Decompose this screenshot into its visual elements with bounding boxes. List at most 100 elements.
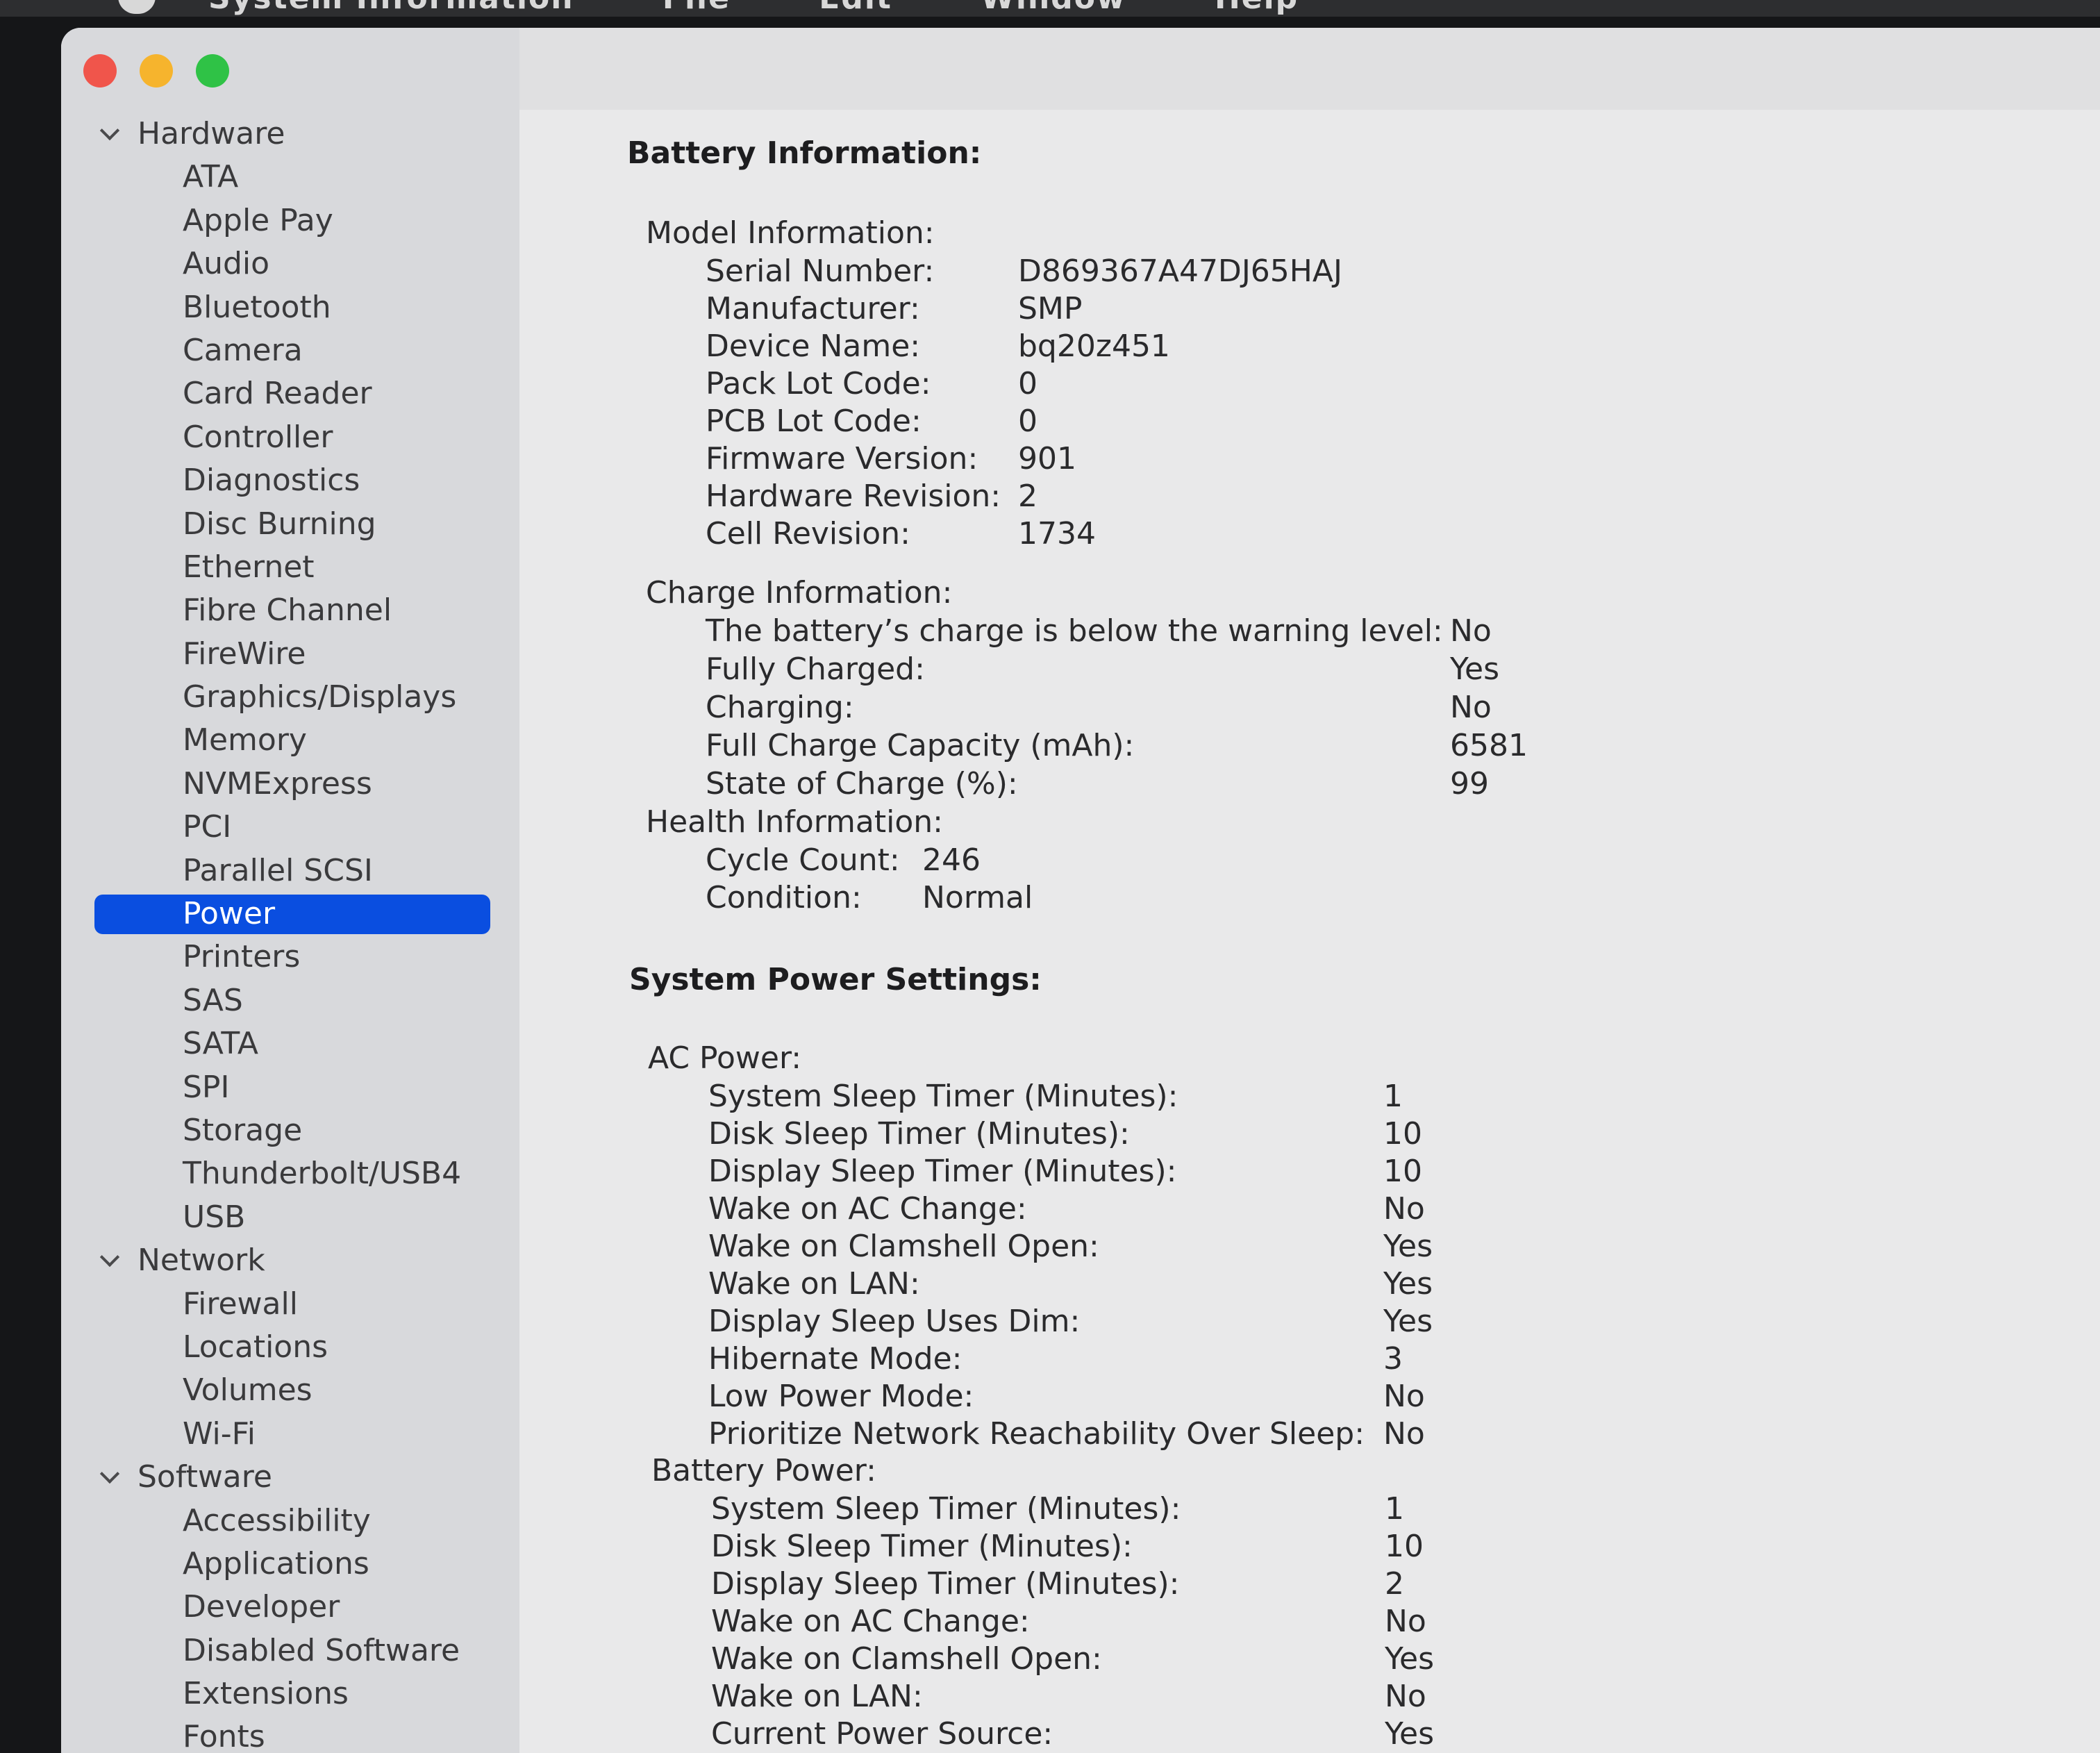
sidebar-item-label: USB xyxy=(183,1199,246,1235)
battery-power-value: No xyxy=(1385,1679,1426,1714)
battery-power-value: Yes xyxy=(1385,1641,1435,1677)
sidebar-group-software[interactable]: Software xyxy=(61,1456,519,1499)
health-information-heading: Health Information: xyxy=(646,804,943,840)
sidebar-group-label: Hardware xyxy=(138,116,285,151)
model-info-value: SMP xyxy=(1018,291,1083,326)
sidebar-item-parallel-scsi[interactable]: Parallel SCSI xyxy=(61,849,519,892)
battery-power-label: System Sleep Timer (Minutes): xyxy=(711,1491,1181,1527)
sidebar-item-usb[interactable]: USB xyxy=(61,1196,519,1239)
sidebar-item-label: Fonts xyxy=(183,1719,265,1753)
sidebar-item-label: Thunderbolt/USB4 xyxy=(183,1156,462,1192)
close-window-button[interactable] xyxy=(83,54,117,88)
app-title[interactable]: System Information xyxy=(208,0,574,16)
ac-power-value: 10 xyxy=(1383,1116,1422,1152)
sidebar-item-audio[interactable]: Audio xyxy=(61,242,519,285)
battery-power-label: Wake on LAN: xyxy=(711,1679,923,1714)
sidebar-item-label: Accessibility xyxy=(183,1502,371,1538)
sidebar-item-nvmexpress[interactable]: NVMExpress xyxy=(61,763,519,806)
health-info-value: 246 xyxy=(922,842,981,878)
sidebar-item-diagnostics[interactable]: Diagnostics xyxy=(61,459,519,502)
sidebar-item-developer[interactable]: Developer xyxy=(61,1586,519,1629)
menu-edit[interactable]: Edit xyxy=(819,0,892,16)
chevron-down-icon[interactable] xyxy=(99,1463,120,1484)
menu-bar: System Information File Edit Window Help xyxy=(0,0,2100,17)
sidebar-item-firewall[interactable]: Firewall xyxy=(61,1283,519,1326)
battery-power-label: Current Power Source: xyxy=(711,1716,1053,1752)
sidebar-item-disabled-software[interactable]: Disabled Software xyxy=(61,1629,519,1672)
ac-power-label: Display Sleep Uses Dim: xyxy=(708,1304,1081,1339)
sidebar-item-graphics-displays[interactable]: Graphics/Displays xyxy=(61,676,519,719)
ac-power-value: No xyxy=(1383,1416,1425,1452)
sidebar-group-network[interactable]: Network xyxy=(61,1239,519,1282)
sidebar-item-card-reader[interactable]: Card Reader xyxy=(61,372,519,415)
sidebar-item-thunderbolt-usb4[interactable]: Thunderbolt/USB4 xyxy=(61,1152,519,1195)
chevron-down-icon[interactable] xyxy=(99,120,120,141)
sidebar-item-label: Wi-Fi xyxy=(183,1415,256,1452)
sidebar-item-sata[interactable]: SATA xyxy=(61,1022,519,1065)
ac-power-value: 10 xyxy=(1383,1154,1422,1189)
sidebar-item-sas[interactable]: SAS xyxy=(61,979,519,1022)
sidebar-item-label: Extensions xyxy=(183,1676,349,1712)
menu-window[interactable]: Window xyxy=(981,0,1126,16)
sidebar-item-apple-pay[interactable]: Apple Pay xyxy=(61,199,519,242)
ac-power-label: Prioritize Network Reachability Over Sle… xyxy=(708,1416,1365,1452)
sidebar-item-extensions[interactable]: Extensions xyxy=(61,1672,519,1715)
apple-logo-icon[interactable] xyxy=(118,0,156,14)
sidebar-item-bluetooth[interactable]: Bluetooth xyxy=(61,286,519,329)
ac-power-value: 3 xyxy=(1383,1341,1403,1377)
sidebar-item-camera[interactable]: Camera xyxy=(61,329,519,372)
sidebar-item-wi-fi[interactable]: Wi-Fi xyxy=(61,1413,519,1456)
ac-power-label: Display Sleep Timer (Minutes): xyxy=(708,1154,1177,1189)
sidebar-item-firewire[interactable]: FireWire xyxy=(61,633,519,676)
detail-pane: Battery Information: Model Information: … xyxy=(519,28,2100,1753)
sidebar-item-locations[interactable]: Locations xyxy=(61,1326,519,1369)
menu-help[interactable]: Help xyxy=(1215,0,1299,16)
battery-power-label: Display Sleep Timer (Minutes): xyxy=(711,1566,1180,1602)
model-info-label: Device Name: xyxy=(706,329,921,364)
ac-power-value: Yes xyxy=(1383,1266,1433,1302)
sidebar-group-hardware[interactable]: Hardware xyxy=(61,113,519,156)
sidebar-item-storage[interactable]: Storage xyxy=(61,1109,519,1152)
sidebar-item-label: Firewall xyxy=(183,1286,298,1322)
model-info-label: PCB Lot Code: xyxy=(706,404,922,439)
menu-bar-text[interactable]: System Information File Edit Window Help xyxy=(208,0,1299,16)
sidebar-item-controller[interactable]: Controller xyxy=(61,416,519,459)
battery-power-value: Yes xyxy=(1385,1716,1435,1752)
sidebar-item-label: SATA xyxy=(183,1026,258,1062)
charge-info-value: 99 xyxy=(1450,766,1489,801)
sidebar-item-label: Card Reader xyxy=(183,376,372,412)
sidebar-item-pci[interactable]: PCI xyxy=(61,806,519,849)
ac-power-value: 1 xyxy=(1383,1079,1403,1114)
sidebar-item-ethernet[interactable]: Ethernet xyxy=(61,546,519,589)
sidebar-item-power[interactable]: Power xyxy=(61,892,519,936)
model-info-value: bq20z451 xyxy=(1018,329,1170,364)
sidebar-item-memory[interactable]: Memory xyxy=(61,719,519,762)
charge-info-value: No xyxy=(1450,690,1492,725)
sidebar-item-spi[interactable]: SPI xyxy=(61,1066,519,1109)
minimize-window-button[interactable] xyxy=(140,54,173,88)
system-information-window: Hardware ATA Apple Pay Audio Bluetooth Camera… xyxy=(61,28,2100,1753)
battery-power-value: 10 xyxy=(1385,1529,1424,1564)
sidebar-item-fibre-channel[interactable]: Fibre Channel xyxy=(61,589,519,632)
sidebar-item-applications[interactable]: Applications xyxy=(61,1543,519,1586)
zoom-window-button[interactable] xyxy=(196,54,229,88)
charge-info-label: State of Charge (%): xyxy=(706,766,1018,801)
sidebar-item-volumes[interactable]: Volumes xyxy=(61,1369,519,1412)
sidebar-item-printers[interactable]: Printers xyxy=(61,936,519,979)
chevron-down-icon[interactable] xyxy=(99,1247,120,1268)
sidebar-item-label: Diagnostics xyxy=(183,463,360,499)
ac-power-label: Wake on LAN: xyxy=(708,1266,920,1302)
sidebar-item-fonts[interactable]: Fonts xyxy=(61,1715,519,1753)
battery-power-value: No xyxy=(1385,1604,1426,1639)
model-info-label: Pack Lot Code: xyxy=(706,366,931,401)
menu-file[interactable]: File xyxy=(662,0,731,16)
sidebar-item-label: Bluetooth xyxy=(183,289,331,325)
health-info-label: Condition: xyxy=(706,880,862,915)
sidebar-item-disc-burning[interactable]: Disc Burning xyxy=(61,503,519,546)
ac-power-value: No xyxy=(1383,1379,1425,1414)
sidebar-item-accessibility[interactable]: Accessibility xyxy=(61,1499,519,1543)
sidebar-item-ata[interactable]: ATA xyxy=(61,156,519,199)
sidebar-item-label: Storage xyxy=(183,1112,303,1148)
health-info-value: Normal xyxy=(922,880,1033,915)
charge-info-value: Yes xyxy=(1450,651,1500,687)
